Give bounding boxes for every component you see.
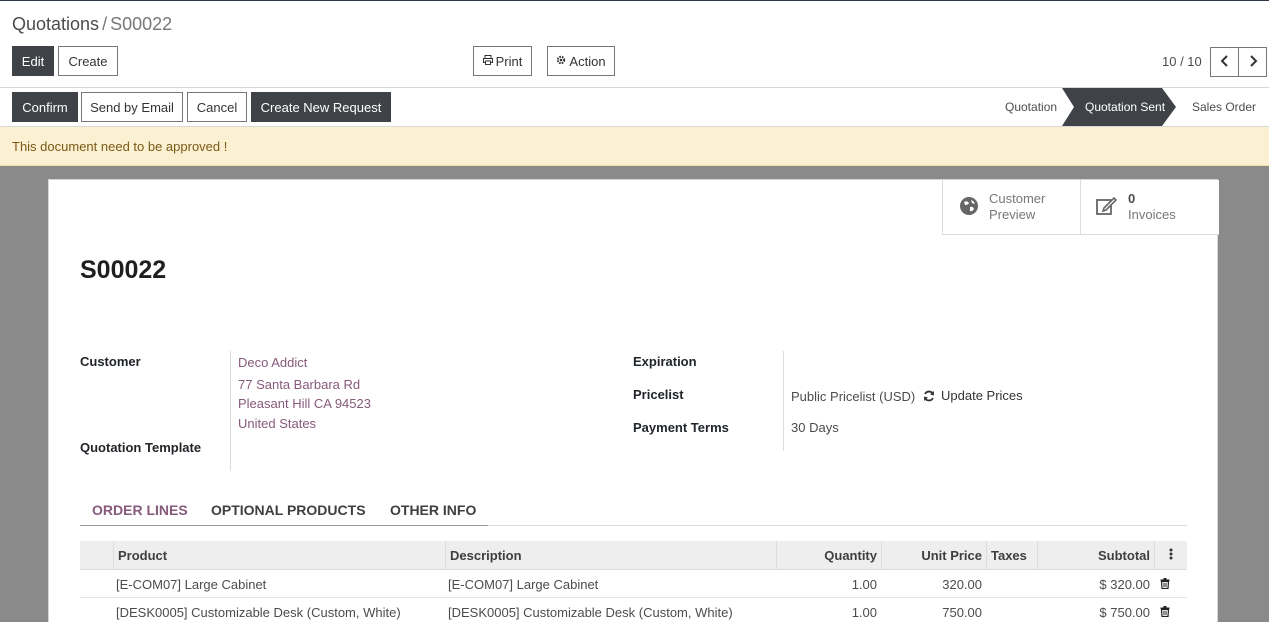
pager-next-button[interactable] bbox=[1238, 47, 1267, 77]
line-quantity[interactable]: 1.00 bbox=[776, 570, 881, 598]
tab-underline bbox=[80, 525, 488, 526]
description-column-header[interactable]: Description bbox=[445, 541, 776, 570]
customer-address-line[interactable]: Pleasant Hill CA 94523 bbox=[238, 396, 371, 411]
invoices-label: Invoices bbox=[1128, 207, 1176, 222]
delete-line-button[interactable] bbox=[1156, 570, 1174, 598]
edit-icon bbox=[1096, 196, 1118, 219]
line-unit-price[interactable]: 320.00 bbox=[881, 570, 986, 598]
line-taxes[interactable] bbox=[986, 598, 1037, 622]
payment-terms-label: Payment Terms bbox=[633, 420, 729, 435]
line-product[interactable]: [E-COM07] Large Cabinet bbox=[112, 570, 270, 598]
line-quantity[interactable]: 1.00 bbox=[776, 598, 881, 622]
gear-icon bbox=[556, 55, 566, 68]
invoices-button[interactable]: 0 Invoices bbox=[1080, 180, 1219, 235]
create-button[interactable]: Create bbox=[58, 46, 118, 76]
line-subtotal: $ 750.00 bbox=[1099, 604, 1150, 620]
customer-address-line[interactable]: 77 Santa Barbara Rd bbox=[238, 377, 360, 392]
line-unit-price[interactable]: 750.00 bbox=[881, 598, 986, 622]
approval-alert: This document need to be approved ! bbox=[0, 127, 1269, 166]
unit-price-column-header[interactable]: Unit Price bbox=[881, 541, 986, 570]
handle-column-header bbox=[80, 541, 113, 570]
field-divider-right bbox=[783, 351, 784, 451]
update-prices-label: Update Prices bbox=[941, 388, 1023, 403]
tab-other-info[interactable]: OTHER INFO bbox=[390, 493, 476, 526]
customer-preview-line1: Customer bbox=[989, 191, 1046, 206]
tab-order-lines[interactable]: ORDER LINES bbox=[92, 493, 188, 526]
field-divider-left bbox=[230, 351, 231, 471]
quotation-template-label: Quotation Template bbox=[80, 440, 202, 455]
form-sheet: Customer Preview 0 Invoices S00022 Custo… bbox=[48, 179, 1219, 622]
customer-label: Customer bbox=[80, 354, 141, 369]
print-label: Print bbox=[495, 53, 523, 69]
stage-quotation-sent[interactable]: Quotation Sent bbox=[1085, 88, 1165, 126]
payment-terms-value[interactable]: 30 Days bbox=[791, 420, 839, 435]
stage-quotation[interactable]: Quotation bbox=[1005, 88, 1057, 126]
table-header: Product Description Quantity Unit Price … bbox=[80, 541, 1187, 570]
chevron-right-icon bbox=[1248, 54, 1258, 70]
invoices-count: 0 bbox=[1128, 191, 1136, 206]
trash-icon bbox=[1160, 577, 1170, 592]
breadcrumb-separator: / bbox=[102, 14, 108, 34]
customer-preview-button[interactable]: Customer Preview bbox=[942, 180, 1080, 235]
customer-name-link[interactable]: Deco Addict bbox=[238, 355, 307, 370]
table-row[interactable]: [E-COM07] Large Cabinet [E-COM07] Large … bbox=[80, 570, 1187, 598]
taxes-column-header[interactable]: Taxes bbox=[986, 541, 1037, 570]
status-bar: Confirm Send by Email Cancel Create New … bbox=[0, 87, 1269, 127]
line-subtotal: $ 320.00 bbox=[1099, 576, 1150, 592]
product-column-header[interactable]: Product bbox=[113, 541, 445, 570]
quantity-column-header[interactable]: Quantity bbox=[776, 541, 881, 570]
breadcrumb-current: S00022 bbox=[110, 14, 173, 34]
edit-button[interactable]: Edit bbox=[12, 46, 54, 76]
confirm-button[interactable]: Confirm bbox=[12, 92, 78, 122]
refresh-icon bbox=[923, 390, 935, 402]
update-prices-button[interactable]: Update Prices bbox=[923, 388, 1023, 403]
globe-icon bbox=[959, 196, 979, 219]
line-taxes[interactable] bbox=[986, 570, 1037, 598]
print-button[interactable]: Print bbox=[473, 46, 532, 76]
line-product[interactable]: [DESK0005] Customizable Desk (Custom, Wh… bbox=[112, 598, 405, 622]
record-title: S00022 bbox=[80, 256, 167, 284]
order-lines-table: Product Description Quantity Unit Price … bbox=[80, 541, 1187, 622]
tab-optional-products[interactable]: OPTIONAL PRODUCTS bbox=[211, 493, 366, 526]
expiration-label: Expiration bbox=[633, 354, 697, 369]
subtotal-column-header[interactable]: Subtotal bbox=[1037, 541, 1154, 570]
control-panel: Quotations / S00022 Edit Create Print Acti… bbox=[0, 1, 1269, 87]
customer-address-line[interactable]: United States bbox=[238, 416, 316, 431]
pager-value[interactable]: 10 / 10 bbox=[1162, 54, 1202, 69]
delete-line-button[interactable] bbox=[1156, 598, 1174, 622]
pricelist-value[interactable]: Public Pricelist (USD) bbox=[791, 389, 915, 404]
trash-icon bbox=[1160, 605, 1170, 620]
pricelist-label: Pricelist bbox=[633, 387, 684, 402]
customer-preview-line2: Preview bbox=[989, 207, 1036, 222]
create-new-request-button[interactable]: Create New Request bbox=[251, 92, 391, 122]
breadcrumb-parent[interactable]: Quotations bbox=[12, 14, 99, 34]
optional-columns-toggle[interactable] bbox=[1154, 541, 1187, 570]
line-description[interactable]: [DESK0005] Customizable Desk (Custom, Wh… bbox=[444, 598, 737, 622]
table-row[interactable]: [DESK0005] Customizable Desk (Custom, Wh… bbox=[80, 598, 1187, 622]
cancel-button[interactable]: Cancel bbox=[187, 92, 247, 122]
stage-sales-order[interactable]: Sales Order bbox=[1192, 88, 1256, 126]
send-by-email-button[interactable]: Send by Email bbox=[81, 92, 183, 122]
notebook-tabs: ORDER LINES OPTIONAL PRODUCTS OTHER INFO bbox=[80, 493, 1187, 526]
pager-previous-button[interactable] bbox=[1210, 47, 1239, 77]
line-description[interactable]: [E-COM07] Large Cabinet bbox=[444, 570, 602, 598]
chevron-left-icon bbox=[1220, 54, 1230, 70]
action-label: Action bbox=[569, 53, 606, 69]
print-icon bbox=[482, 54, 493, 68]
breadcrumb: Quotations / S00022 bbox=[12, 14, 172, 35]
action-button[interactable]: Action bbox=[547, 46, 615, 76]
vertical-dots-icon bbox=[1169, 548, 1173, 563]
